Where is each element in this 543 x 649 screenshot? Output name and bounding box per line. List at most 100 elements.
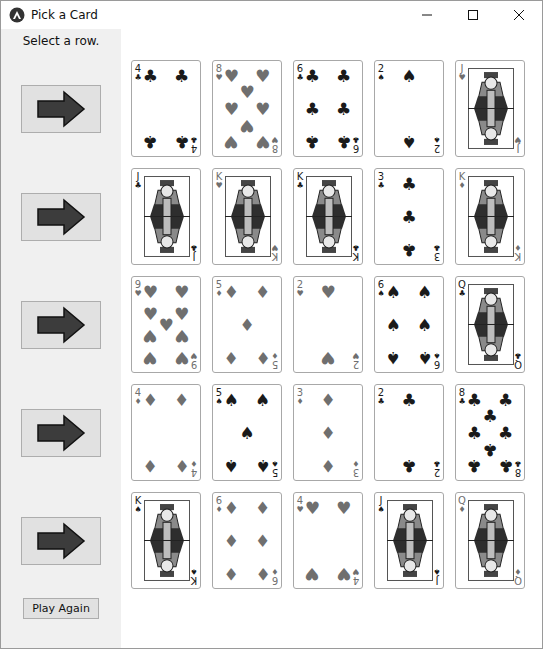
card-corner: 2 ♠: [376, 64, 386, 82]
suit-pip: ♦: [255, 564, 270, 581]
suit-pip: ♦: [224, 348, 239, 365]
playing-card: 3 ♣ 3 ♣ ♣♣♣: [374, 168, 444, 265]
right-arrow-icon: [36, 90, 86, 128]
suit-pip: ♦: [224, 532, 239, 549]
suit-pip: ♣: [401, 456, 416, 473]
suit-pip: ♣: [401, 240, 416, 257]
suit-pip: ♥: [239, 116, 254, 133]
card-corner: 4 ♦: [133, 388, 143, 406]
prompt-label: Select a row.: [23, 29, 100, 60]
card-corner: K ♠: [189, 567, 199, 585]
suit-pip: ♣: [305, 132, 320, 149]
card-corner: 4 ♥: [351, 567, 361, 585]
face-card-icon: [144, 176, 190, 257]
playing-card: K ♣ K ♣: [293, 168, 363, 265]
card-corner: J ♥: [513, 135, 523, 153]
card-corner: 4 ♥: [295, 496, 305, 514]
card-corner: K ♥: [214, 172, 224, 190]
suit-pip: ♥: [174, 326, 189, 343]
suit-pip: ♦: [174, 456, 189, 473]
suit-pip: ♦: [255, 532, 270, 549]
suit-pip: ♠: [239, 424, 254, 441]
playing-card: 2 ♣ 2 ♣ ♣ ♣: [374, 384, 444, 481]
suit-pip: ♠: [224, 456, 239, 473]
playing-card: 5 ♠ 5 ♠ ♠♠♠♠♠: [212, 384, 282, 481]
close-button[interactable]: [496, 1, 542, 29]
card-corner: 6 ♣: [351, 135, 361, 153]
card-corner: 4 ♣: [133, 64, 143, 82]
face-card-icon: [225, 176, 271, 257]
card-corner: 6 ♦: [214, 496, 224, 514]
playing-card: J ♣ J ♣: [131, 168, 201, 265]
card-corner: 2 ♣: [376, 388, 386, 406]
card-corner: J ♣: [133, 172, 143, 190]
suit-pip: ♦: [224, 564, 239, 581]
row-select-button[interactable]: [21, 301, 101, 349]
face-card-icon: [144, 500, 190, 581]
face-card-icon: [468, 68, 514, 149]
suit-pip: ♣: [305, 100, 320, 117]
suit-pip: ♦: [320, 392, 335, 409]
suit-pip: ♠: [417, 348, 432, 365]
card-corner: 5 ♦: [214, 280, 224, 298]
suit-pip: ♣: [336, 132, 351, 149]
suit-pip: ♠: [386, 316, 401, 333]
suit-pip: ♣: [401, 392, 416, 409]
suit-pip: ♥: [255, 132, 270, 149]
suit-pip: ♥: [224, 100, 239, 117]
sidebar: Select a row. Play Again: [1, 29, 121, 648]
suit-pip: ♦: [255, 500, 270, 517]
suit-pip: ♦: [224, 284, 239, 301]
playing-card: 6 ♠ 6 ♠ ♠♠♠♠♠♠: [374, 276, 444, 373]
suit-pip: ♥: [143, 284, 158, 301]
card-corner: Q ♣: [457, 280, 467, 298]
suit-pip: ♠: [255, 456, 270, 473]
suit-pip: ♥: [224, 68, 239, 85]
suit-pip: ♥: [174, 348, 189, 365]
playing-card: 2 ♠ 2 ♠ ♠♠: [374, 60, 444, 157]
suit-pip: ♦: [174, 392, 189, 409]
playing-card: K ♥ K ♥: [212, 168, 282, 265]
playing-card: 6 ♣ 6 ♣ ♣♣♣♣♣♣: [293, 60, 363, 157]
playing-card: 4 ♥ 4 ♥ ♥♥♥♥: [293, 492, 363, 589]
maximize-button[interactable]: [450, 1, 496, 29]
minimize-button[interactable]: [404, 1, 450, 29]
suit-pip: ♥: [320, 348, 335, 365]
card-corner: K ♦: [457, 172, 467, 190]
suit-pip: ♥: [336, 500, 351, 517]
right-arrow-icon: [36, 306, 86, 344]
card-corner: 8 ♣: [513, 459, 523, 477]
suit-pip: ♥: [224, 132, 239, 149]
playing-card: 5 ♦ 5 ♦ ♦♦♦♦♦: [212, 276, 282, 373]
card-corner: J ♣: [189, 243, 199, 261]
suit-pip: ♥: [174, 306, 189, 323]
card-corner: Q ♦: [513, 567, 523, 585]
row-select-button[interactable]: [21, 409, 101, 457]
card-corner: 2 ♣: [432, 459, 442, 477]
card-corner: 2 ♥: [351, 351, 361, 369]
card-corner: 3 ♣: [432, 243, 442, 261]
row-select-button[interactable]: [21, 85, 101, 133]
playing-card: 6 ♦ 6 ♦ ♦♦♦♦♦♦: [212, 492, 282, 589]
suit-pip: ♥: [336, 564, 351, 581]
suit-pip: ♣: [174, 68, 189, 85]
card-corner: J ♠: [376, 496, 386, 514]
card-corner: 2 ♥: [295, 280, 305, 298]
card-corner: 9 ♥: [189, 351, 199, 369]
face-card-icon: [468, 284, 514, 365]
card-corner: Q ♦: [457, 496, 467, 514]
row-select-button[interactable]: [21, 517, 101, 565]
card-corner: 5 ♠: [214, 388, 224, 406]
suit-pip: ♣: [336, 100, 351, 117]
playing-card: 2 ♥ 2 ♥ ♥♥: [293, 276, 363, 373]
playing-card: 8 ♥ 8 ♥ ♥♥♥♥♥♥♥♥: [212, 60, 282, 157]
suit-pip: ♥: [158, 316, 173, 333]
suit-pip: ♣: [143, 68, 158, 85]
card-corner: 4 ♣: [189, 135, 199, 153]
suit-pip: ♠: [417, 284, 432, 301]
suit-pip: ♣: [467, 456, 482, 473]
right-arrow-icon: [36, 414, 86, 452]
row-select-button[interactable]: [21, 193, 101, 241]
play-again-button[interactable]: Play Again: [23, 598, 99, 619]
card-corner: 6 ♣: [295, 64, 305, 82]
